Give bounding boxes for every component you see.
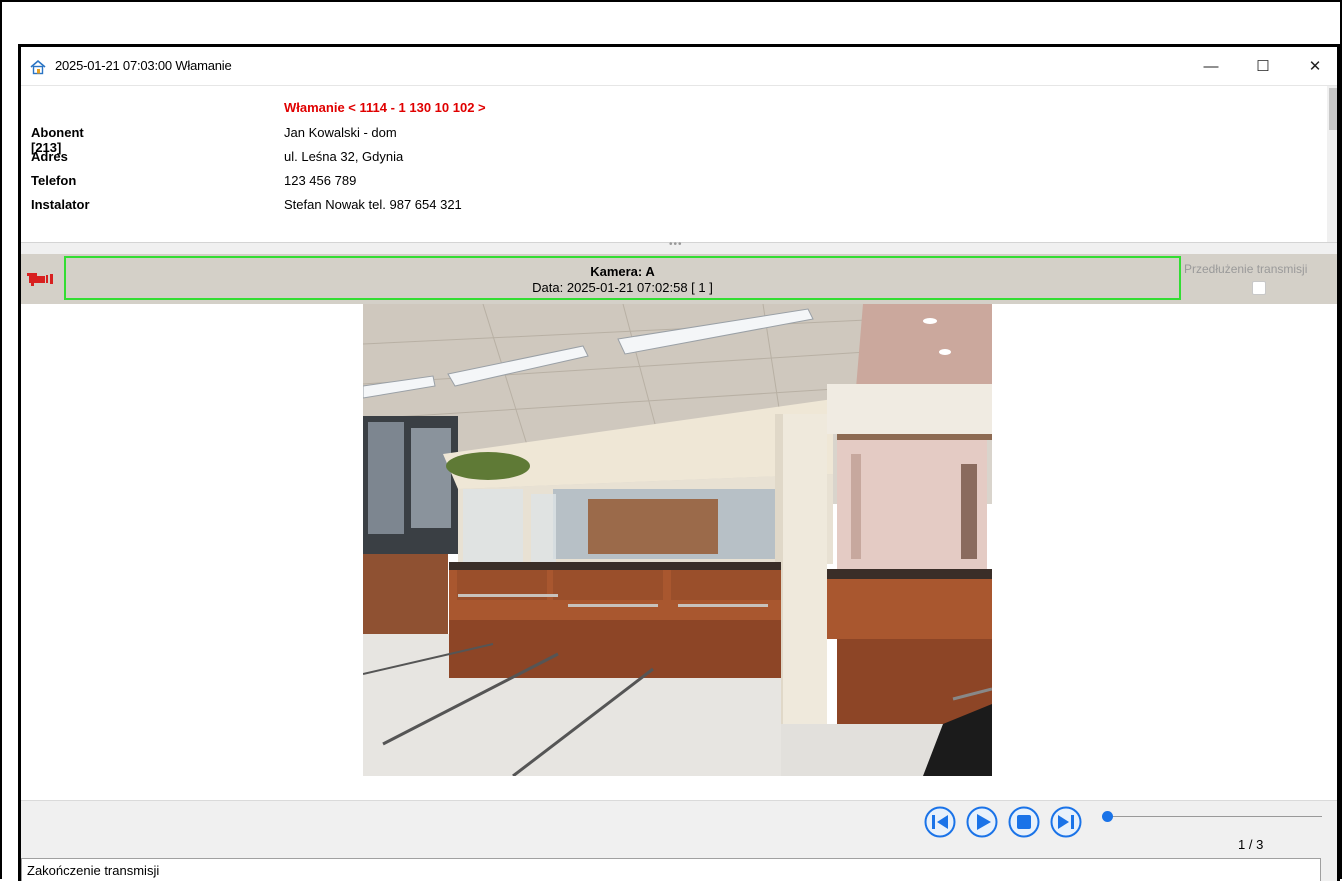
screen-frame: 2025-01-21 07:03:00 Włamanie — ☐ ✕ Włama… — [0, 0, 1342, 881]
close-button[interactable]: ✕ — [1289, 47, 1337, 85]
slider-track — [1102, 816, 1322, 817]
title-bar: 2025-01-21 07:03:00 Włamanie — ☐ ✕ — [21, 47, 1337, 86]
camera-snapshot — [363, 304, 992, 776]
playback-slider[interactable] — [1102, 811, 1322, 823]
scrollbar-thumb[interactable] — [1329, 88, 1337, 130]
camera-date: Data: 2025-01-21 07:02:58 [ 1 ] — [532, 280, 713, 295]
previous-button[interactable] — [924, 806, 956, 838]
camera-icon — [27, 273, 53, 286]
info-value: Jan Kowalski - dom — [284, 125, 397, 140]
maximize-button[interactable]: ☐ — [1237, 47, 1289, 85]
subscriber-info-panel: Włamanie < 1114 - 1 130 10 102 > Abonent… — [21, 86, 1327, 242]
maximize-icon: ☐ — [1256, 58, 1270, 75]
close-icon: ✕ — [1308, 58, 1322, 75]
extend-transmission-checkbox[interactable] — [1252, 281, 1266, 295]
splitter-grip-icon: ••• — [669, 239, 683, 250]
info-value: Stefan Nowak tel. 987 654 321 — [284, 197, 462, 212]
next-button[interactable] — [1050, 806, 1082, 838]
play-button[interactable] — [966, 806, 998, 838]
status-text: Zakończenie transmisji — [27, 863, 160, 878]
camera-header: Kamera: A Data: 2025-01-21 07:02:58 [ 1 … — [21, 254, 1337, 304]
info-value: ul. Leśna 32, Gdynia — [284, 149, 404, 164]
info-label: Instalator — [31, 197, 90, 212]
alarm-window: 2025-01-21 07:03:00 Włamanie — ☐ ✕ Włama… — [18, 44, 1340, 881]
info-scrollbar[interactable] — [1327, 86, 1337, 242]
minimize-button[interactable]: — — [1185, 47, 1237, 85]
minimize-icon: — — [1203, 57, 1219, 75]
extend-transmission-label: Przedłużenie transmisji — [1184, 262, 1308, 276]
info-label: Adres — [31, 149, 68, 164]
home-icon — [30, 59, 46, 75]
camera-info-frame: Kamera: A Data: 2025-01-21 07:02:58 [ 1 … — [64, 256, 1181, 300]
frame-counter: 1 / 3 — [1238, 837, 1264, 852]
window-title: 2025-01-21 07:03:00 Włamanie — [55, 58, 232, 73]
video-area — [21, 304, 1337, 800]
info-value: 123 456 789 — [284, 173, 357, 188]
camera-name: Kamera: A — [590, 264, 655, 279]
status-bar: Zakończenie transmisji — [21, 858, 1321, 881]
slider-knob[interactable] — [1102, 811, 1113, 822]
stop-button[interactable] — [1008, 806, 1040, 838]
playback-controls: 1 / 3 — [21, 800, 1337, 861]
info-label: Telefon — [31, 173, 77, 188]
camera-snapshot-image — [363, 304, 992, 776]
alarm-heading: Włamanie < 1114 - 1 130 10 102 > — [284, 100, 486, 115]
